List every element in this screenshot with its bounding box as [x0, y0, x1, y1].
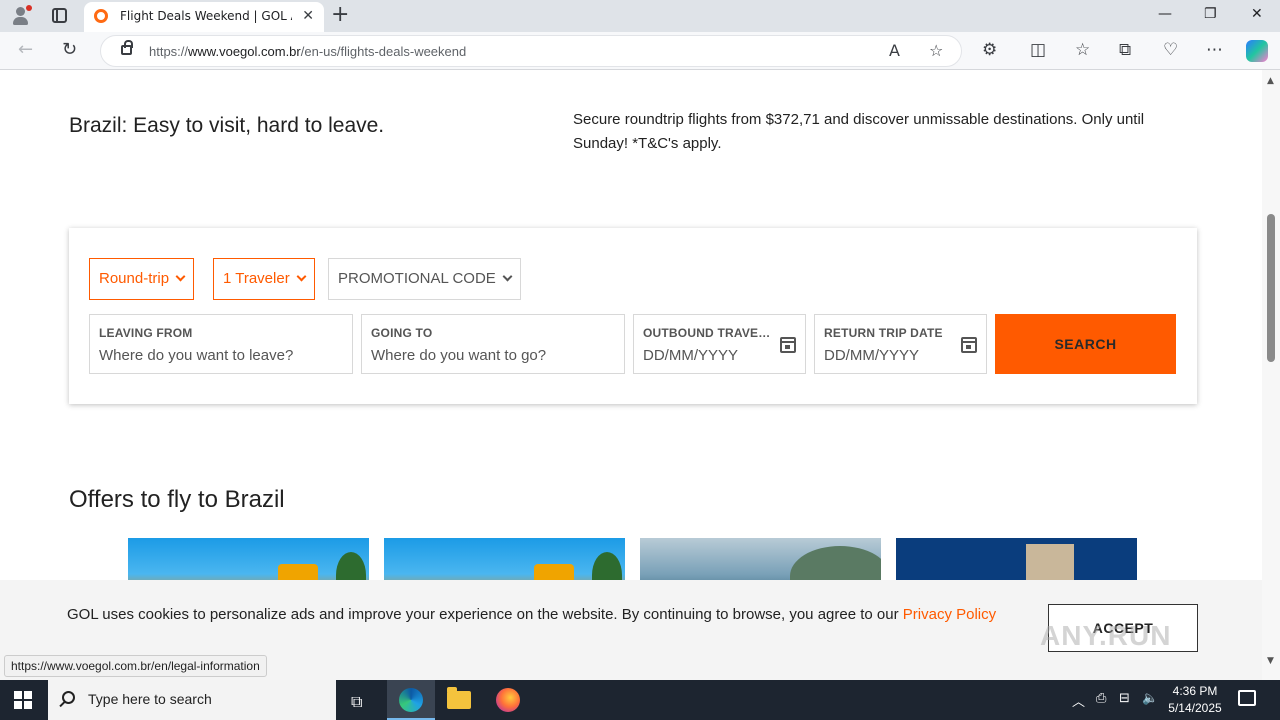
windows-start-icon[interactable] [14, 691, 32, 709]
leaving-from-input[interactable]: Where do you want to leave? [99, 347, 293, 364]
windows-taskbar: Type here to search ⧉ ︿ ⎙ ⊟ 🔈 4:36 PM 5/… [0, 680, 1280, 720]
return-date-field[interactable]: RETURN TRIP DATE DD/MM/YYYY [814, 314, 987, 374]
read-aloud-icon[interactable]: A [889, 41, 900, 60]
anyrun-watermark: ANY.RUN [1040, 620, 1172, 651]
promo-code-dropdown[interactable]: PROMOTIONAL CODE [328, 258, 521, 300]
leaving-from-label: LEAVING FROM [99, 326, 193, 340]
outbound-date-label: OUTBOUND TRAVEL DATE [643, 326, 773, 340]
search-icon [62, 691, 75, 704]
task-view-icon[interactable]: ⧉ [351, 692, 362, 712]
new-tab-button[interactable]: + [331, 4, 349, 26]
extensions-icon[interactable]: ⚙ [982, 40, 997, 60]
more-menu-icon[interactable]: ⋯ [1206, 40, 1223, 60]
flight-search-box: Round-trip 1 Traveler PROMOTIONAL CODE L… [69, 228, 1197, 404]
restore-button[interactable]: ❐ [1204, 6, 1217, 22]
network-icon[interactable]: ⊟ [1119, 691, 1130, 706]
firefox-taskbar-icon[interactable] [484, 680, 532, 720]
leaving-from-field[interactable]: LEAVING FROM Where do you want to leave? [89, 314, 353, 374]
going-to-input[interactable]: Where do you want to go? [371, 347, 546, 364]
page-viewport: Brazil: Easy to visit, hard to leave. Se… [0, 70, 1262, 680]
url-text[interactable]: https://www.voegol.com.br/en-us/flights-… [149, 44, 466, 59]
taskbar-clock[interactable]: 4:36 PM 5/14/2025 [1160, 683, 1230, 717]
hero-description: Secure roundtrip flights from $372,71 an… [573, 111, 1145, 152]
notification-icon[interactable] [1238, 690, 1256, 706]
favorite-star-icon[interactable]: ☆ [929, 41, 943, 60]
return-date-input[interactable]: DD/MM/YYYY [824, 347, 919, 364]
privacy-policy-link[interactable]: Privacy Policy [903, 606, 996, 623]
split-screen-icon[interactable]: ◫ [1030, 40, 1046, 60]
scroll-down-arrow-icon[interactable]: ▼ [1267, 656, 1274, 666]
cookie-text: GOL uses cookies to personalize ads and … [67, 606, 997, 623]
address-bar[interactable]: https://www.voegol.com.br/en-us/flights-… [100, 35, 962, 67]
taskbar-search-placeholder: Type here to search [88, 691, 212, 707]
tab-title: Flight Deals Weekend | GOL Airlines [120, 9, 292, 23]
offers-title: Offers to fly to Brazil [69, 486, 285, 513]
volume-icon[interactable]: 🔈 [1142, 691, 1158, 706]
browser-tab-bar: Flight Deals Weekend | GOL Airlines ✕ + … [0, 0, 1280, 32]
scroll-thumb[interactable] [1267, 214, 1275, 362]
edge-taskbar-icon[interactable] [387, 680, 435, 720]
status-bar-url: https://www.voegol.com.br/en/legal-infor… [4, 655, 267, 677]
travelers-dropdown[interactable]: 1 Traveler [213, 258, 315, 300]
collections-icon[interactable]: ⧉ [1119, 40, 1131, 60]
browser-toolbar: ← ↻ https://www.voegol.com.br/en-us/flig… [0, 32, 1280, 70]
calendar-icon[interactable] [780, 337, 796, 353]
clock-date: 5/14/2025 [1168, 701, 1222, 715]
refresh-icon[interactable]: ↻ [62, 40, 77, 60]
taskbar-search-box[interactable]: Type here to search [48, 680, 336, 720]
search-button[interactable]: SEARCH [995, 314, 1176, 374]
going-to-field[interactable]: GOING TO Where do you want to go? [361, 314, 625, 374]
chevron-down-icon [175, 271, 186, 282]
outbound-date-field[interactable]: OUTBOUND TRAVEL DATE DD/MM/YYYY [633, 314, 806, 374]
close-window-button[interactable]: ✕ [1251, 6, 1263, 22]
browser-tab-active[interactable]: Flight Deals Weekend | GOL Airlines ✕ [84, 2, 324, 32]
profile-avatar-icon[interactable] [10, 5, 32, 27]
tray-chevron-up-icon[interactable]: ︿ [1072, 691, 1085, 710]
lock-icon[interactable] [121, 40, 133, 55]
minimize-button[interactable]: — [1158, 6, 1172, 22]
outbound-date-input[interactable]: DD/MM/YYYY [643, 347, 738, 364]
favorites-icon[interactable]: ☆ [1075, 40, 1090, 60]
file-explorer-taskbar-icon[interactable] [435, 680, 483, 720]
trip-type-dropdown[interactable]: Round-trip [89, 258, 195, 300]
calendar-icon[interactable] [961, 337, 977, 353]
tab-actions-icon[interactable] [52, 8, 67, 23]
page-scrollbar[interactable]: ▲ ▼ [1262, 70, 1280, 680]
going-to-label: GOING TO [371, 326, 433, 340]
clock-time: 4:36 PM [1172, 684, 1218, 698]
gol-favicon-icon [94, 9, 108, 23]
hero-title: Brazil: Easy to visit, hard to leave. [69, 114, 385, 137]
return-date-label: RETURN TRIP DATE [824, 326, 943, 340]
back-arrow-icon[interactable]: ← [18, 40, 33, 60]
chevron-down-icon [296, 271, 307, 282]
browser-essentials-icon[interactable]: ♡ [1163, 40, 1178, 60]
chevron-down-icon [502, 271, 513, 282]
scroll-up-arrow-icon[interactable]: ▲ [1267, 76, 1274, 86]
tab-close-icon[interactable]: ✕ [302, 8, 314, 24]
copilot-icon[interactable] [1246, 40, 1268, 62]
tray-device-icon[interactable]: ⎙ [1096, 691, 1106, 706]
